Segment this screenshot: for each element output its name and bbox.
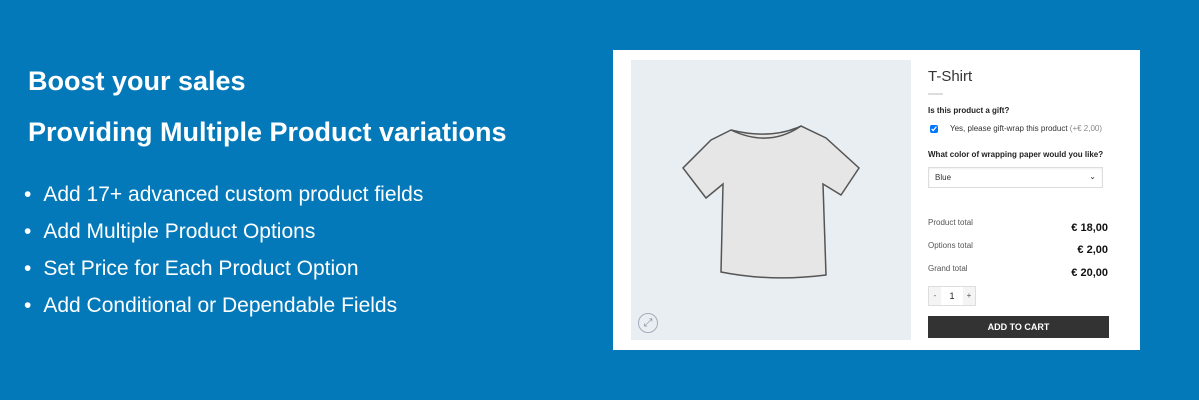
- product-card: ⤢ T-Shirt Is this product a gift? Yes, p…: [613, 50, 1140, 350]
- color-select-value: Blue: [935, 173, 952, 182]
- product-total-label: Product total: [928, 218, 973, 227]
- options-total-value: € 2,00: [1077, 244, 1108, 256]
- grand-total-value: € 20,00: [1071, 267, 1108, 279]
- feature-item: Add Conditional or Dependable Fields: [24, 291, 423, 328]
- quantity-minus-button[interactable]: -: [929, 287, 941, 305]
- color-select[interactable]: Blue ⌄: [928, 167, 1103, 188]
- feature-item: Add 17+ advanced custom product fields: [24, 180, 423, 217]
- grand-total-label: Grand total: [928, 264, 968, 273]
- quantity-plus-button[interactable]: +: [963, 287, 975, 305]
- headline-1: Boost your sales: [28, 66, 246, 96]
- gift-checkbox[interactable]: [930, 124, 938, 133]
- product-total-value: € 18,00: [1071, 222, 1108, 234]
- feature-item: Add Multiple Product Options: [24, 217, 423, 254]
- feature-item: Set Price for Each Product Option: [24, 254, 423, 291]
- options-total-label: Options total: [928, 241, 973, 250]
- product-title: T-Shirt: [928, 68, 973, 85]
- gift-price: (+€ 2,00): [1069, 124, 1103, 133]
- feature-list: Add 17+ advanced custom product fields A…: [24, 180, 423, 328]
- headline-2: Providing Multiple Product variations: [28, 117, 507, 147]
- color-question: What color of wrapping paper would you l…: [928, 150, 1104, 159]
- tshirt-image: [682, 125, 860, 279]
- quantity-input[interactable]: 1: [941, 287, 963, 305]
- gift-checkbox-label: Yes, please gift-wrap this product: [950, 124, 1068, 133]
- gift-question: Is this product a gift?: [928, 106, 1010, 115]
- add-to-cart-button[interactable]: ADD TO CART: [928, 316, 1109, 338]
- quantity-stepper: - 1 +: [928, 286, 976, 306]
- zoom-icon[interactable]: ⤢: [638, 313, 658, 333]
- product-image[interactable]: ⤢: [631, 60, 911, 340]
- divider: [928, 93, 943, 95]
- chevron-down-icon: ⌄: [1089, 172, 1096, 181]
